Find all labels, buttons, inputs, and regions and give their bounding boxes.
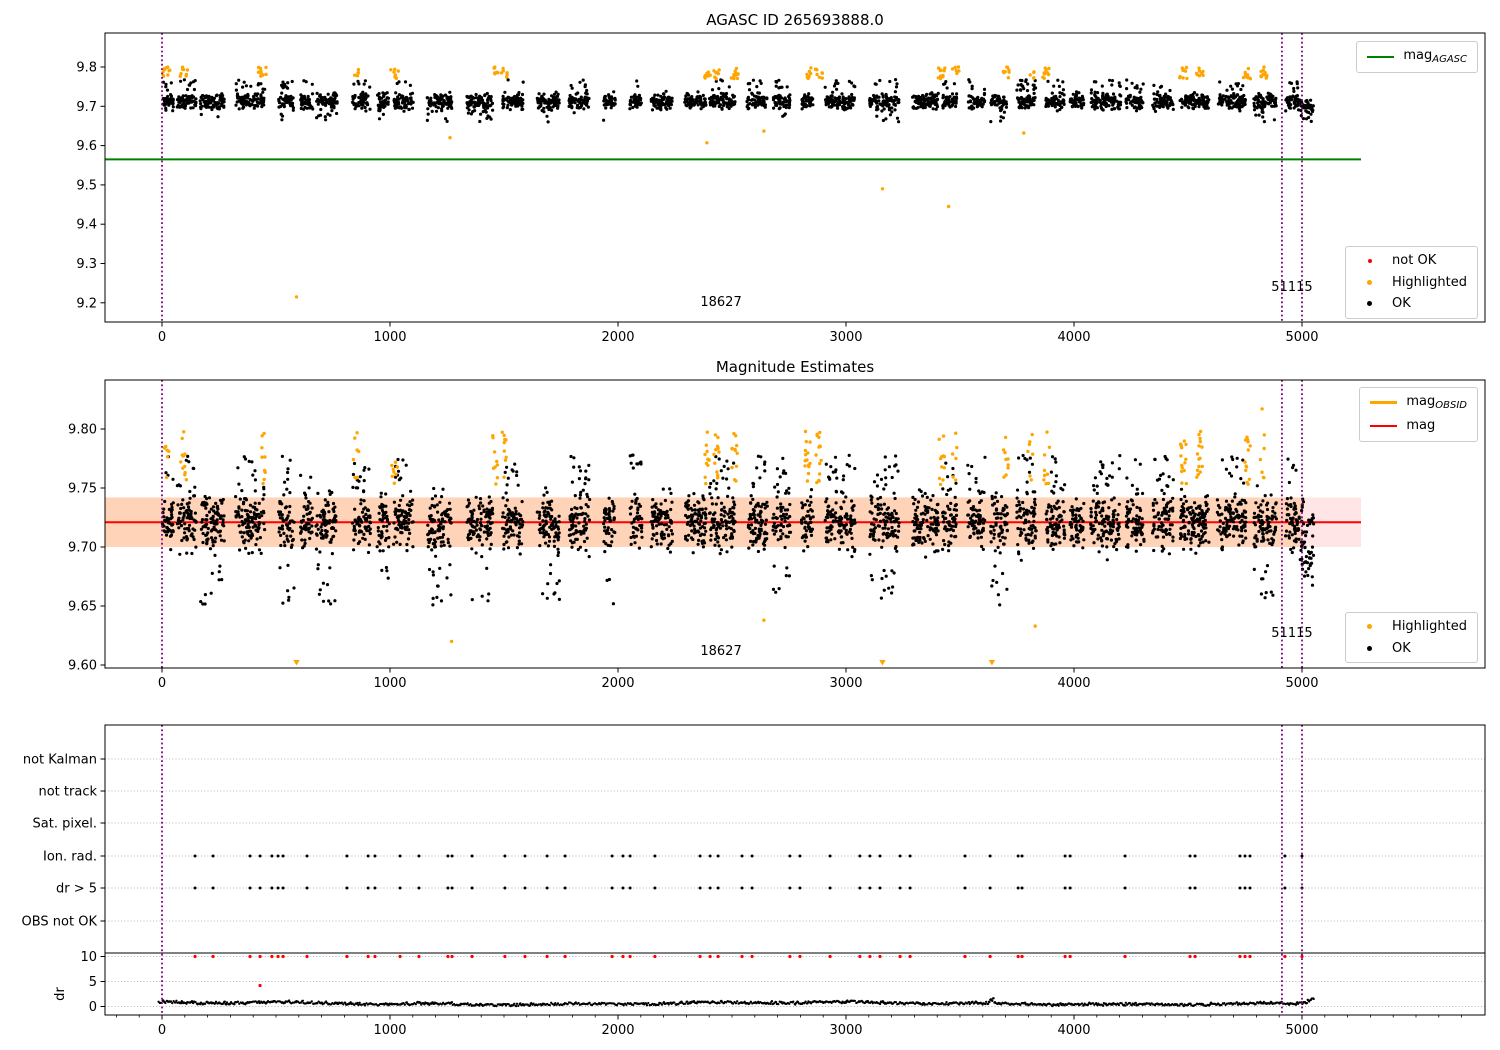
x-tick-label: 4000	[1057, 676, 1090, 691]
category-label: Ion. rad.	[43, 850, 97, 865]
x-tick-label: 3000	[829, 676, 862, 691]
obsid-label-51115-middle: 51115	[1271, 626, 1313, 641]
y-tick-label: 9.65	[68, 600, 97, 615]
plot-title-top: AGASC ID 265693888.0	[706, 11, 884, 29]
orange-dot-icon	[1367, 279, 1373, 285]
black-dot-icon	[1367, 301, 1373, 307]
x-tick-label: 0	[158, 676, 166, 691]
obsid-label-18627-middle: 18627	[700, 644, 742, 659]
y-tick-label: 9.2	[76, 296, 97, 311]
dr-tick-label: 10	[80, 950, 97, 965]
category-label: Sat. pixel.	[33, 817, 97, 832]
legend-item-ok: OK	[1356, 295, 1467, 313]
category-label: not track	[38, 785, 97, 800]
y-tick-label: 9.70	[68, 541, 97, 556]
x-tick-label: 4000	[1057, 1023, 1090, 1038]
y-tick-label: 9.8	[76, 61, 97, 76]
x-tick-label: 1000	[373, 676, 406, 691]
orange-dot-icon	[1367, 624, 1373, 630]
y-tick-label: 9.5	[76, 178, 97, 193]
legend-item-mag: mag	[1370, 417, 1467, 437]
x-tick-label: 3000	[829, 1023, 862, 1038]
x-tick-label: 3000	[829, 330, 862, 345]
legend-item-highlighted: Highlighted	[1356, 274, 1467, 292]
y-tick-label: 9.4	[76, 218, 97, 233]
legend-label: mag	[1406, 417, 1436, 433]
legend-mag-agasc: magAGASC	[1356, 41, 1478, 73]
legend-label: magAGASC	[1403, 48, 1467, 65]
x-tick-label: 1000	[373, 1023, 406, 1038]
category-label: OBS not OK	[22, 915, 98, 930]
obsid-label-18627-top: 18627	[700, 295, 742, 310]
legend-item-highlighted: Highlighted	[1356, 618, 1467, 636]
middle-plot-points	[105, 407, 1361, 666]
red-dot-icon	[1367, 258, 1372, 263]
legend-item-mag-agasc: magAGASC	[1367, 47, 1467, 67]
category-label: not Kalman	[23, 753, 97, 768]
x-tick-label: 5000	[1285, 676, 1318, 691]
figure-agasc-magnitude-monitor: 0 1000 2000 3000 4000 5000 0 1000 2000 3000 4000 50…	[0, 0, 1500, 1050]
y-tick-label: 9.60	[68, 659, 97, 674]
x-tick-label: 2000	[601, 676, 634, 691]
dr-tick-label: 0	[89, 1000, 97, 1015]
y-tick-label: 9.7	[76, 100, 97, 115]
y-tick-label: 9.6	[76, 139, 97, 154]
x-tick-label: 5000	[1285, 330, 1318, 345]
orange-line-swatch	[1370, 401, 1398, 405]
marker-swatch	[1356, 258, 1383, 263]
marker-swatch	[1356, 645, 1383, 651]
category-label: dr > 5	[56, 882, 97, 897]
y-tick-label: 9.75	[68, 482, 97, 497]
x-tick-label: 0	[158, 330, 166, 345]
dr-tick-label: 5	[89, 975, 97, 990]
x-tick-label: 5000	[1285, 1023, 1318, 1038]
legend-mag-lines: magOBSID mag	[1359, 387, 1478, 442]
legend-label: OK	[1392, 640, 1411, 656]
marker-swatch	[1356, 279, 1383, 285]
obsid-label-51115-top: 51115	[1271, 280, 1313, 295]
x-tick-label: 0	[158, 1023, 166, 1038]
marker-swatch	[1356, 624, 1383, 630]
green-line-swatch	[1367, 55, 1395, 58]
y-tick-label: 9.3	[76, 257, 97, 272]
legend-point-status-middle: Highlighted OK	[1345, 612, 1478, 664]
legend-label: not OK	[1392, 253, 1437, 268]
x-tick-label: 4000	[1057, 330, 1090, 345]
x-tick-label: 2000	[601, 1023, 634, 1038]
legend-label: OK	[1392, 296, 1411, 312]
legend-item-not-ok: not OK	[1356, 252, 1467, 270]
legend-label: magOBSID	[1406, 394, 1467, 411]
x-tick-label: 1000	[373, 330, 406, 345]
black-dot-icon	[1367, 645, 1373, 651]
legend-label: Highlighted	[1392, 619, 1467, 634]
legend-item-mag-obsid: magOBSID	[1370, 393, 1467, 413]
marker-swatch	[1356, 301, 1383, 307]
plots-canvas: 0 1000 2000 3000 4000 50000 1000 2000 3000 4000 50…	[22, 32, 1486, 1038]
x-tick-label: 2000	[601, 330, 634, 345]
bottom-plot-points	[105, 758, 1485, 1008]
top-plot-points	[105, 65, 1361, 299]
legend-label: Highlighted	[1392, 274, 1467, 290]
red-line-swatch	[1370, 425, 1398, 428]
plot-title-middle: Magnitude Estimates	[715, 358, 875, 376]
dr-axis-label: dr	[53, 987, 68, 1001]
legend-point-status-top: not OK Highlighted OK	[1345, 246, 1478, 319]
y-tick-label: 9.80	[68, 423, 97, 438]
legend-item-ok: OK	[1356, 640, 1467, 658]
